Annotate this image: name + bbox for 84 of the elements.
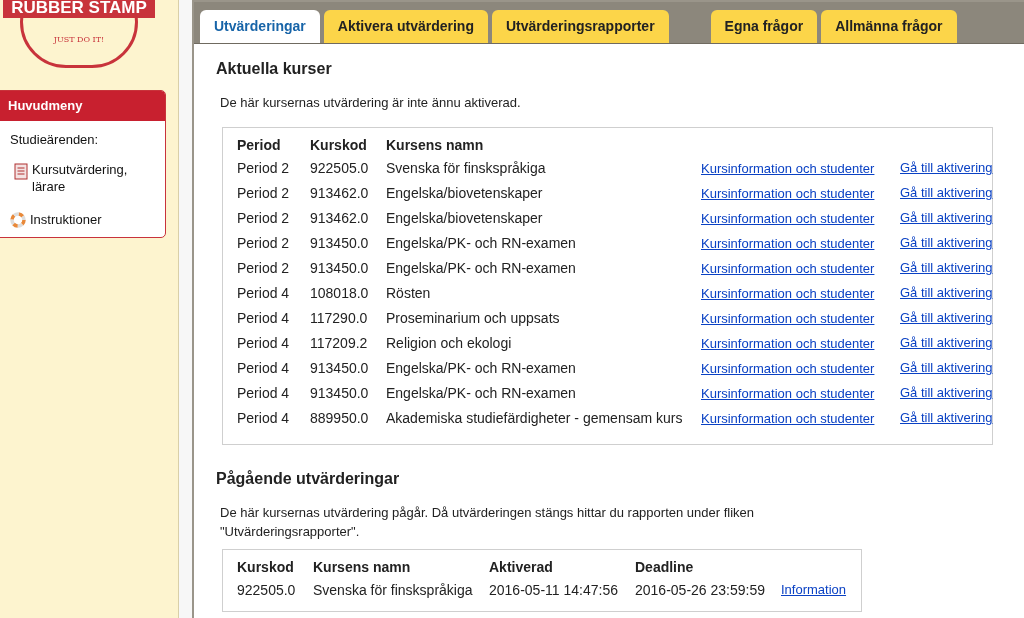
table-cell-text: Period 2 <box>237 158 291 178</box>
course-info-link[interactable]: Kursinformation och studenter <box>701 310 875 326</box>
tab[interactable]: Egna frågor <box>710 10 818 43</box>
course-info-link[interactable]: Kursinformation och studenter <box>701 210 875 226</box>
logo-title: RUBBER STAMP <box>3 0 155 18</box>
column-header: Deadline <box>635 558 694 577</box>
table-cell-text: 117290.0 <box>310 308 369 328</box>
table-cell-text: Engelska/biovetenskaper <box>386 183 544 203</box>
table-cell-text: Period 4 <box>237 408 291 428</box>
table-cell-text: 913450.0 <box>310 358 370 378</box>
activation-link[interactable]: Gå till aktivering <box>900 408 993 428</box>
table-cell-text: Engelska/PK- och RN-examen <box>386 358 577 378</box>
menu-title: Huvudmeny <box>0 91 165 121</box>
table-cell-text: Engelska/PK- och RN-examen <box>386 233 577 253</box>
column-header: Period <box>237 136 282 155</box>
table-cell-text: Rösten <box>386 283 432 303</box>
section-description: De här kursernas utvärdering pågår. Då utvärderingen stängs hittar du rapporten under fliken "Utvärderingsrapporter". <box>220 503 756 541</box>
table-cell-text: 922505.0 <box>237 580 297 600</box>
activation-link[interactable]: Gå till aktivering <box>900 258 993 278</box>
table-cell-text: Period 2 <box>237 208 291 228</box>
table-cell-text: Proseminarium och uppsats <box>386 308 561 328</box>
table-cell-text: Religion och ekologi <box>386 333 513 353</box>
table-cell-text: 2016-05-11 14:47:56 <box>489 580 619 600</box>
course-info-link[interactable]: Kursinformation och studenter <box>701 285 875 301</box>
activation-link[interactable]: Gå till aktivering <box>900 308 993 328</box>
column-header: Aktiverad <box>489 558 554 577</box>
document-icon <box>14 163 28 180</box>
course-info-link[interactable]: Kursinformation och studenter <box>701 260 875 276</box>
table-cell-text: Period 4 <box>237 283 291 303</box>
table-cell-text: Svenska för finskspråkiga <box>313 580 474 600</box>
tab[interactable]: Utvärderingsrapporter <box>492 10 669 43</box>
table-cell-text: Period 2 <box>237 258 291 278</box>
table-cell-text: Period 4 <box>237 358 291 378</box>
logo-tagline: JUST DO IT! <box>53 34 105 46</box>
tab[interactable]: Aktivera utvärdering <box>323 10 488 43</box>
course-info-link[interactable]: Kursinformation och studenter <box>701 335 875 351</box>
lifebuoy-icon <box>10 211 26 228</box>
activation-link[interactable]: Gå till aktivering <box>900 158 993 178</box>
activation-link[interactable]: Gå till aktivering <box>900 283 993 303</box>
section-description: De här kursernas utvärdering är inte ännu aktiverad. <box>220 94 522 112</box>
course-info-link[interactable]: Kursinformation och studenter <box>701 185 875 201</box>
activation-link[interactable]: Gå till aktivering <box>900 233 993 253</box>
column-header: Kursens namn <box>386 136 484 155</box>
activation-link[interactable]: Gå till aktivering <box>900 333 993 353</box>
column-header: Kurskod <box>310 136 368 155</box>
table-cell-text: 889950.0 <box>310 408 370 428</box>
activation-link[interactable]: Gå till aktivering <box>900 383 993 403</box>
table-cell-text: 108018.0 <box>310 283 370 303</box>
course-info-link[interactable]: Kursinformation och studenter <box>701 160 875 176</box>
table-cell-text: Period 2 <box>237 183 291 203</box>
column-header: Kurskod <box>237 558 295 577</box>
table-cell-text: Period 4 <box>237 333 291 353</box>
table-cell-text: Period 4 <box>237 308 291 328</box>
section-heading: Aktuella kurser <box>216 59 333 79</box>
course-info-link[interactable]: Kursinformation och studenter <box>701 410 875 426</box>
menu-item[interactable]: Instruktioner <box>0 211 165 228</box>
table-cell-text: 117209.2 <box>310 333 369 353</box>
table-cell-text: Akademiska studiefärdigheter - gemensam kurs <box>386 408 684 428</box>
course-info-link[interactable]: Kursinformation och studenter <box>701 235 875 251</box>
section-label: Studieärenden: <box>9 130 100 149</box>
course-info-link[interactable]: Kursinformation och studenter <box>701 385 875 401</box>
table-cell-text: Svenska för finskspråkiga <box>386 158 547 178</box>
table-cell-text: 913450.0 <box>310 233 370 253</box>
table-cell-text: 913450.0 <box>310 383 370 403</box>
table-cell-text: 913462.0 <box>310 208 370 228</box>
table-cell-text: Period 4 <box>237 383 291 403</box>
table-cell-text: 2016-05-26 23:59:59 <box>635 580 766 600</box>
information-link[interactable]: Information <box>781 580 847 600</box>
table-cell-text: 922505.0 <box>310 158 370 178</box>
tab[interactable]: Allmänna frågor <box>821 10 957 43</box>
column-header: Kursens namn <box>313 558 412 577</box>
section-heading: Pågående utvärderingar <box>216 468 401 489</box>
table-cell-text: Engelska/PK- och RN-examen <box>386 258 577 278</box>
table-cell-text: 913462.0 <box>310 183 370 203</box>
table-cell-text: Period 2 <box>237 233 291 253</box>
tab[interactable]: Utvärderingar <box>200 10 320 43</box>
menu-item[interactable]: Kursutvärdering, lärare <box>0 161 165 195</box>
course-info-link[interactable]: Kursinformation och studenter <box>701 360 875 376</box>
activation-link[interactable]: Gå till aktivering <box>900 358 993 378</box>
table-cell-text: Engelska/biovetenskaper <box>386 208 544 228</box>
table-cell-text: Engelska/PK- och RN-examen <box>386 383 577 403</box>
table-cell-text: 913450.0 <box>310 258 370 278</box>
activation-link[interactable]: Gå till aktivering <box>900 208 993 228</box>
activation-link[interactable]: Gå till aktivering <box>900 183 993 203</box>
